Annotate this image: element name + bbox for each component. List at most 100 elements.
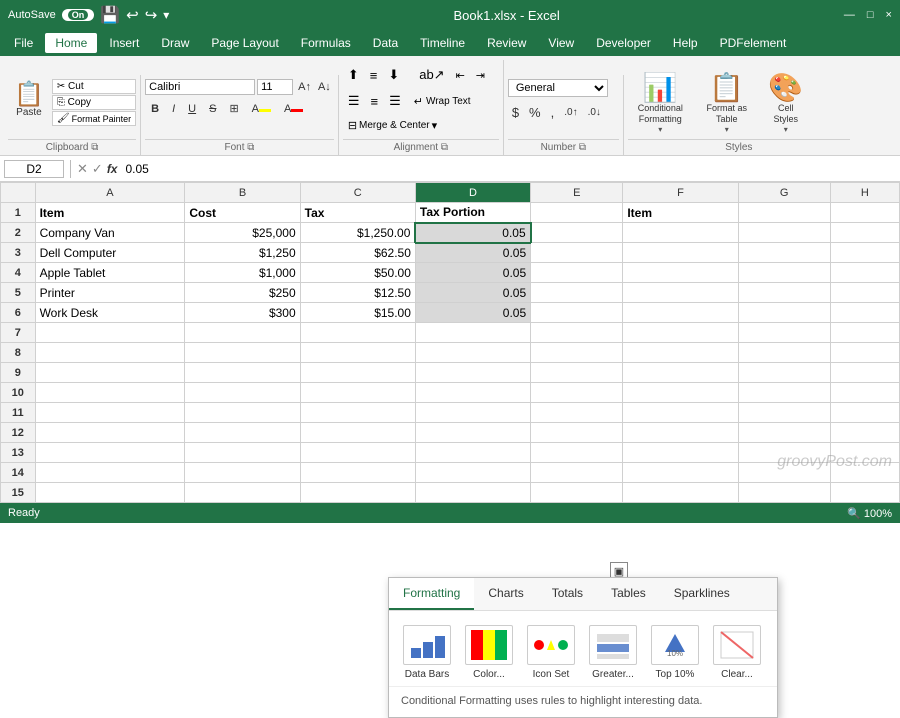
menu-draw[interactable]: Draw xyxy=(151,33,199,53)
menu-pdfelement[interactable]: PDFelement xyxy=(710,33,797,53)
italic-button[interactable]: I xyxy=(166,99,181,118)
cell-r4c7[interactable] xyxy=(738,263,830,283)
cell-r2c3[interactable]: $1,250.00 xyxy=(300,223,415,243)
align-bottom-button[interactable]: ⬇ xyxy=(383,64,404,86)
cell-r7c5[interactable] xyxy=(531,323,623,343)
cell-r6c1[interactable]: Work Desk xyxy=(35,303,185,323)
cell-r11c7[interactable] xyxy=(738,403,830,423)
cell-r12c4[interactable] xyxy=(415,423,530,443)
menu-insert[interactable]: Insert xyxy=(99,33,149,53)
cell-r3c4[interactable]: 0.05 xyxy=(415,243,530,263)
cell-r2c1[interactable]: Company Van xyxy=(35,223,185,243)
cell-r3c5[interactable] xyxy=(531,243,623,263)
cell-r15c2[interactable] xyxy=(185,483,300,503)
menu-home[interactable]: Home xyxy=(45,33,97,53)
cell-r8c7[interactable] xyxy=(738,343,830,363)
cell-r12c5[interactable] xyxy=(531,423,623,443)
menu-page-layout[interactable]: Page Layout xyxy=(201,33,288,53)
cut-button[interactable]: ✂ Cut xyxy=(52,79,136,94)
cell-r11c6[interactable] xyxy=(623,403,738,423)
cell-r14c1[interactable] xyxy=(35,463,185,483)
format-painter-button[interactable]: 🖌 Format Painter xyxy=(52,111,136,126)
cell-r13c6[interactable] xyxy=(623,443,738,463)
cell-r1c7[interactable] xyxy=(738,203,830,223)
cell-r15c6[interactable] xyxy=(623,483,738,503)
cell-r10c6[interactable] xyxy=(623,383,738,403)
cell-r4c1[interactable]: Apple Tablet xyxy=(35,263,185,283)
cell-r6c5[interactable] xyxy=(531,303,623,323)
row-header-9[interactable]: 9 xyxy=(1,363,36,383)
cell-r15c7[interactable] xyxy=(738,483,830,503)
cell-r2c6[interactable] xyxy=(623,223,738,243)
menu-view[interactable]: View xyxy=(538,33,584,53)
popup-tab-formatting[interactable]: Formatting xyxy=(389,578,474,610)
cell-r15c8[interactable] xyxy=(830,483,899,503)
cell-r5c8[interactable] xyxy=(830,283,899,303)
cell-r5c7[interactable] xyxy=(738,283,830,303)
cell-r6c8[interactable] xyxy=(830,303,899,323)
cell-r6c4[interactable]: 0.05 xyxy=(415,303,530,323)
align-right-button[interactable]: ☰ xyxy=(384,90,406,112)
cell-r10c5[interactable] xyxy=(531,383,623,403)
cell-r13c8[interactable] xyxy=(830,443,899,463)
cell-reference-input[interactable] xyxy=(4,160,64,178)
undo-icon[interactable]: ↩ xyxy=(126,6,139,24)
wrap-text-button[interactable]: ↵ Wrap Text xyxy=(407,90,478,112)
cell-r11c1[interactable] xyxy=(35,403,185,423)
cell-r9c5[interactable] xyxy=(531,363,623,383)
cell-r13c2[interactable] xyxy=(185,443,300,463)
cell-r10c3[interactable] xyxy=(300,383,415,403)
cell-r3c2[interactable]: $1,250 xyxy=(185,243,300,263)
menu-data[interactable]: Data xyxy=(363,33,408,53)
cell-r14c8[interactable] xyxy=(830,463,899,483)
col-header-A[interactable]: A xyxy=(35,183,185,203)
popup-icon-top10[interactable]: 10% Top 10% xyxy=(649,625,701,680)
popup-tab-tables[interactable]: Tables xyxy=(597,578,660,610)
cell-r14c4[interactable] xyxy=(415,463,530,483)
cell-r5c3[interactable]: $12.50 xyxy=(300,283,415,303)
cell-r13c5[interactable] xyxy=(531,443,623,463)
cell-r8c3[interactable] xyxy=(300,343,415,363)
cell-r12c1[interactable] xyxy=(35,423,185,443)
cell-r3c7[interactable] xyxy=(738,243,830,263)
format-as-table-button[interactable]: 📋 Format asTable ▾ xyxy=(697,71,757,137)
cell-r3c8[interactable] xyxy=(830,243,899,263)
cell-r7c6[interactable] xyxy=(623,323,738,343)
cell-r14c5[interactable] xyxy=(531,463,623,483)
row-header-4[interactable]: 4 xyxy=(1,263,36,283)
cell-r12c7[interactable] xyxy=(738,423,830,443)
cell-r4c6[interactable] xyxy=(623,263,738,283)
cell-r10c7[interactable] xyxy=(738,383,830,403)
cell-r3c6[interactable] xyxy=(623,243,738,263)
maximize-btn[interactable]: □ xyxy=(867,9,874,21)
cell-r6c3[interactable]: $15.00 xyxy=(300,303,415,323)
col-header-G[interactable]: G xyxy=(738,183,830,203)
cell-r3c1[interactable]: Dell Computer xyxy=(35,243,185,263)
popup-icon-databars[interactable]: Data Bars xyxy=(401,625,453,680)
redo-icon[interactable]: ↪ xyxy=(145,6,158,24)
currency-button[interactable]: $ xyxy=(508,103,523,122)
cell-r6c7[interactable] xyxy=(738,303,830,323)
cell-r7c4[interactable] xyxy=(415,323,530,343)
menu-review[interactable]: Review xyxy=(477,33,536,53)
cell-r1c6[interactable]: Item xyxy=(623,203,738,223)
row-header-14[interactable]: 14 xyxy=(1,463,36,483)
cell-r10c8[interactable] xyxy=(830,383,899,403)
cell-r5c4[interactable]: 0.05 xyxy=(415,283,530,303)
row-header-13[interactable]: 13 xyxy=(1,443,36,463)
cell-r8c6[interactable] xyxy=(623,343,738,363)
cell-r5c1[interactable]: Printer xyxy=(35,283,185,303)
cell-r2c8[interactable] xyxy=(830,223,899,243)
cell-r2c2[interactable]: $25,000 xyxy=(185,223,300,243)
menu-formulas[interactable]: Formulas xyxy=(291,33,361,53)
cell-r5c5[interactable] xyxy=(531,283,623,303)
col-header-E[interactable]: E xyxy=(531,183,623,203)
cell-r4c5[interactable] xyxy=(531,263,623,283)
cell-r2c4[interactable]: 0.05 xyxy=(415,223,530,243)
align-center-button[interactable]: ≡ xyxy=(365,90,383,112)
cell-r9c7[interactable] xyxy=(738,363,830,383)
row-header-12[interactable]: 12 xyxy=(1,423,36,443)
cell-r13c7[interactable] xyxy=(738,443,830,463)
cell-r8c8[interactable] xyxy=(830,343,899,363)
row-header-10[interactable]: 10 xyxy=(1,383,36,403)
